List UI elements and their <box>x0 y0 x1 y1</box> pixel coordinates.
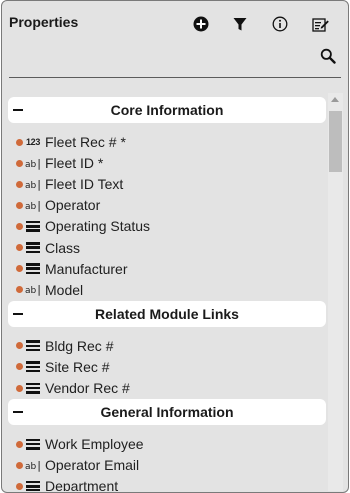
property-list: Core Information 123 Fleet Rec # * ab| Fleet… <box>2 93 328 491</box>
text-type-icon: ab| <box>25 156 41 170</box>
property-item[interactable]: Class <box>16 238 316 258</box>
list-type-icon <box>24 360 42 374</box>
add-icon[interactable] <box>191 14 211 34</box>
number-type-icon: 123 <box>25 137 41 147</box>
required-dot-icon <box>16 461 23 469</box>
property-label: Vendor Rec # <box>45 380 130 396</box>
text-type-icon: ab| <box>25 458 41 472</box>
property-item[interactable]: Bldg Rec # <box>16 336 316 356</box>
list-type-icon <box>24 437 42 451</box>
required-dot-icon <box>16 265 23 273</box>
info-icon[interactable] <box>270 14 290 34</box>
required-dot-icon <box>16 222 23 230</box>
text-type-icon: ab| <box>25 198 41 212</box>
property-item[interactable]: ab| Fleet ID Text <box>16 174 316 194</box>
property-label: Fleet Rec # * <box>45 134 126 150</box>
text-type-icon: ab| <box>25 283 41 297</box>
property-label: Class <box>45 239 81 256</box>
section-title: General Information <box>100 404 234 421</box>
required-dot-icon <box>16 201 23 209</box>
property-item[interactable]: ab| Model <box>16 280 316 300</box>
property-item[interactable]: Work Employee <box>16 434 316 454</box>
property-item[interactable]: Site Rec # <box>16 357 316 377</box>
property-label: Manufacturer <box>45 260 128 277</box>
required-dot-icon <box>16 159 23 167</box>
property-item[interactable]: ab| Fleet ID * <box>16 153 316 173</box>
property-label: Site Rec # <box>45 358 110 375</box>
scroll-up-icon[interactable] <box>331 97 339 102</box>
property-label: Bldg Rec # <box>45 337 114 354</box>
property-item[interactable]: Operating Status <box>16 216 316 236</box>
list-type-icon <box>24 262 42 276</box>
required-dot-icon <box>16 138 23 146</box>
section-title: Related Module Links <box>95 305 239 322</box>
property-item[interactable]: Manufacturer <box>16 259 316 279</box>
edit-layout-icon[interactable] <box>310 14 330 34</box>
scrollbar[interactable] <box>328 93 343 491</box>
property-item[interactable]: ab| Operator <box>16 195 316 215</box>
scroll-thumb[interactable] <box>329 111 342 172</box>
list-type-icon <box>24 479 42 491</box>
property-label: Operator <box>45 197 101 214</box>
property-label: Department <box>45 478 119 491</box>
panel-title: Properties <box>9 14 79 30</box>
property-label: Operating Status <box>45 218 151 235</box>
property-item[interactable]: ab| Operator Email <box>16 455 316 475</box>
properties-panel: Properties Core Information 123 Fleet Re… <box>1 0 349 493</box>
property-item[interactable]: Vendor Rec # <box>16 378 316 398</box>
required-dot-icon <box>16 342 23 350</box>
property-label: Fleet ID * <box>45 155 104 172</box>
required-dot-icon <box>16 363 23 371</box>
required-dot-icon <box>16 384 23 392</box>
section-header[interactable]: Core Information <box>8 97 326 123</box>
list-type-icon <box>24 219 42 233</box>
required-dot-icon <box>16 244 23 251</box>
section-header[interactable]: General Information <box>8 399 326 426</box>
search-icon[interactable] <box>318 46 338 66</box>
toolbar-divider <box>9 77 341 78</box>
property-label: Operator Email <box>45 457 140 474</box>
required-dot-icon <box>16 440 23 448</box>
required-dot-icon <box>16 286 23 294</box>
property-label: Work Employee <box>45 436 144 453</box>
filter-icon[interactable] <box>230 14 250 34</box>
section-header[interactable]: Related Module Links <box>8 300 326 327</box>
list-type-icon <box>24 339 42 353</box>
section-title: Core Information <box>110 102 224 118</box>
property-item[interactable]: 123 Fleet Rec # * <box>16 132 316 152</box>
property-item[interactable]: Department <box>16 476 316 491</box>
property-label: Model <box>45 281 84 298</box>
required-dot-icon <box>16 482 23 490</box>
property-label: Fleet ID Text <box>45 176 124 193</box>
text-type-icon: ab| <box>25 177 41 191</box>
required-dot-icon <box>16 180 23 188</box>
list-type-icon <box>24 381 42 395</box>
list-type-icon <box>24 241 42 255</box>
